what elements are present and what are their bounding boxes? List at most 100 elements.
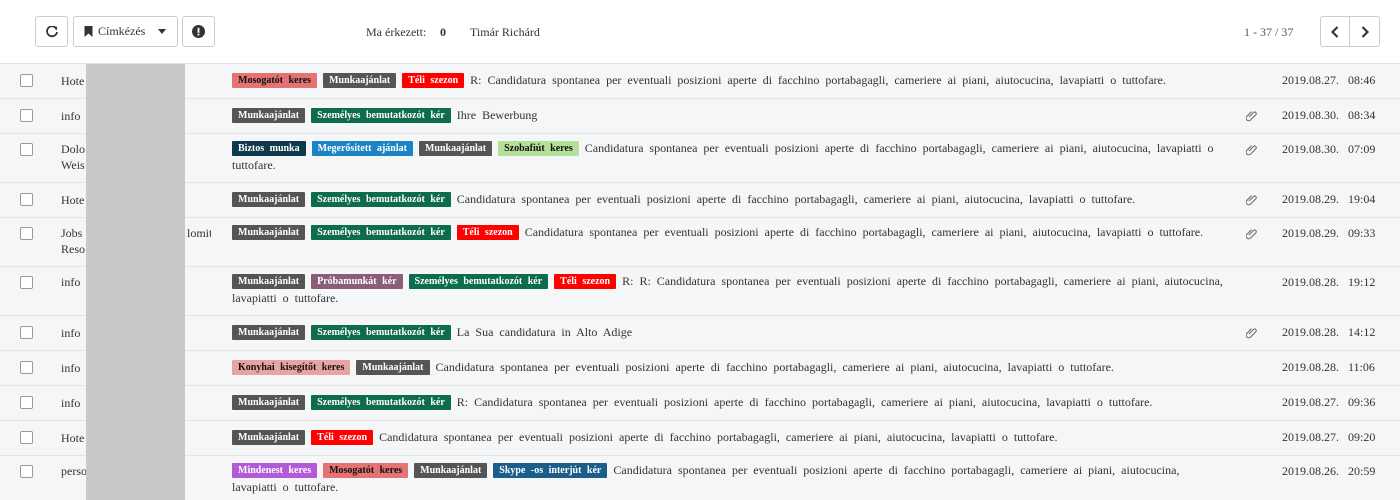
label-tag[interactable]: Személyes bemutatkozót kér [311, 395, 451, 410]
label-tag[interactable]: Munkaajánlat [414, 463, 488, 478]
message-content[interactable]: Munkaajánlat Próbamunkát kér Személyes b… [232, 273, 1227, 307]
today-received-count: 0 [440, 25, 446, 39]
label-tag[interactable]: Téli szezon [311, 430, 374, 445]
message-row[interactable]: perso Mindenest keres Mosogatót keres Mun… [0, 456, 1400, 500]
message-row[interactable]: Jobs lomit Reso Munkaajánlat Személyes bemu… [0, 218, 1400, 267]
attachment-icon [1246, 328, 1257, 339]
label-tag[interactable]: Mosogatót keres [323, 463, 409, 478]
message-row[interactable]: Hote Munkaajánlat Személyes bemutatkozót … [0, 183, 1400, 218]
label-tag[interactable]: Munkaajánlat [323, 73, 397, 88]
message-subject: Candidatura spontanea per eventuali posi… [524, 225, 1204, 239]
label-tag[interactable]: Munkaajánlat [232, 108, 306, 123]
label-tag[interactable]: Konyhai kisegítőt keres [232, 360, 351, 375]
label-tag[interactable]: Téli szezon [456, 225, 519, 240]
message-content[interactable]: Munkaajánlat Téli szezon Candidatura spo… [232, 429, 1227, 446]
message-row[interactable]: info Munkaajánlat Személyes bemutatkozót … [0, 99, 1400, 134]
message-subject: Candidatura spontanea per eventuali posi… [456, 192, 1136, 206]
refresh-button[interactable] [35, 16, 68, 47]
message-content[interactable]: Munkaajánlat Személyes bemutatkozót kér … [232, 107, 1227, 124]
message-content[interactable]: Biztos munka Megerősített ajánlat Munkaa… [232, 140, 1227, 174]
message-row[interactable]: info Munkaajánlat Személyes bemutatkozót … [0, 316, 1400, 351]
message-subject: Ihre Bewerbung [456, 108, 538, 122]
row-checkbox[interactable] [20, 74, 33, 87]
message-date: 2019.08.28. 19:12 [1282, 275, 1376, 289]
chevron-left-icon [1331, 25, 1339, 38]
message-date: 2019.08.27. 08:46 [1282, 73, 1376, 87]
row-checkbox[interactable] [20, 276, 33, 289]
label-tag[interactable]: Skype -os interjút kér [493, 463, 608, 478]
row-checkbox[interactable] [20, 431, 33, 444]
message-date: 2019.08.27. 09:20 [1282, 430, 1376, 444]
label-tag[interactable]: Személyes bemutatkozót kér [311, 225, 451, 240]
message-date: 2019.08.27. 09:36 [1282, 395, 1376, 409]
refresh-icon [45, 25, 58, 37]
label-tag[interactable]: Munkaajánlat [232, 430, 306, 445]
row-checkbox[interactable] [20, 227, 33, 240]
label-tag[interactable]: Biztos munka [232, 141, 306, 156]
message-date: 2019.08.26. 20:59 [1282, 464, 1376, 478]
message-content[interactable]: Mosogatót keres Munkaajánlat Téli szezon… [232, 72, 1227, 89]
message-content[interactable]: Munkaajánlat Személyes bemutatkozót kér … [232, 191, 1227, 208]
label-tag[interactable]: Téli szezon [554, 274, 617, 289]
label-tag[interactable]: Megerősített ajánlat [311, 141, 413, 156]
message-date: 2019.08.30. 08:34 [1282, 108, 1376, 122]
message-date: 2019.08.29. 09:33 [1282, 226, 1376, 240]
row-checkbox[interactable] [20, 361, 33, 374]
label-tag[interactable]: Munkaajánlat [356, 360, 430, 375]
attachment-icon [1246, 111, 1257, 122]
label-tag[interactable]: Személyes bemutatkozót kér [408, 274, 549, 289]
row-checkbox[interactable] [20, 193, 33, 206]
attachment-icon [1246, 145, 1257, 156]
message-row[interactable]: Hote Mosogatót keres Munkaajánlat Téli sz… [0, 64, 1400, 99]
bookmark-icon [84, 26, 93, 37]
label-button-text: Címkézés [98, 24, 146, 38]
message-date: 2019.08.30. 07:09 [1282, 142, 1376, 156]
label-tag[interactable]: Munkaajánlat [418, 141, 493, 156]
toolbar: Címkézés Ma érkezett: 0 Timár Richárd 1 … [0, 0, 1400, 64]
attachment-icon [1246, 195, 1257, 206]
message-row[interactable]: info Munkaajánlat Személyes bemutatkozót … [0, 386, 1400, 421]
row-checkbox[interactable] [20, 143, 33, 156]
label-tag[interactable]: Mindenest keres [232, 463, 318, 478]
label-tag[interactable]: Mosogatót keres [232, 73, 318, 88]
attachment-icon [1246, 229, 1257, 240]
message-row[interactable]: Hote Munkaajánlat Téli szezon Candidatura… [0, 421, 1400, 456]
sender-suffix: lomit [187, 226, 211, 240]
message-row[interactable]: Dolo Weis Biztos munka Megerősített ajánla… [0, 134, 1400, 183]
label-dropdown-button[interactable]: Címkézés [73, 16, 178, 47]
label-tag[interactable]: Személyes bemutatkozót kér [311, 325, 451, 340]
label-tag[interactable]: Munkaajánlat [232, 192, 306, 207]
label-tag[interactable]: Téli szezon [402, 73, 465, 88]
label-tag[interactable]: Munkaajánlat [232, 325, 306, 340]
label-tag[interactable]: Személyes bemutatkozót kér [311, 108, 451, 123]
message-content[interactable]: Munkaajánlat Személyes bemutatkozót kér … [232, 224, 1227, 241]
chevron-right-icon [1361, 25, 1369, 38]
label-tag[interactable]: Munkaajánlat [232, 225, 306, 240]
row-checkbox[interactable] [20, 465, 33, 478]
row-checkbox[interactable] [20, 326, 33, 339]
label-tag[interactable]: Személyes bemutatkozót kér [311, 192, 451, 207]
message-date: 2019.08.28. 11:06 [1282, 360, 1375, 374]
message-subject: R: Candidatura spontanea per eventuali p… [470, 73, 1166, 87]
message-row[interactable]: info Munkaajánlat Próbamunkát kér Személy… [0, 267, 1400, 316]
message-content[interactable]: Mindenest keres Mosogatót keres Munkaajá… [232, 462, 1227, 496]
message-content[interactable]: Munkaajánlat Személyes bemutatkozót kér … [232, 324, 1227, 341]
message-content[interactable]: Munkaajánlat Személyes bemutatkozót kér … [232, 394, 1227, 411]
label-tag[interactable]: Munkaajánlat [232, 395, 306, 410]
message-row[interactable]: info Konyhai kisegítőt keres Munkaajánlat… [0, 351, 1400, 386]
exclamation-circle-icon [192, 25, 205, 38]
info-button[interactable] [182, 16, 215, 47]
today-received-label: Ma érkezett: [366, 25, 427, 39]
label-tag[interactable]: Próbamunkát kér [311, 274, 403, 289]
message-date: 2019.08.28. 14:12 [1282, 325, 1376, 339]
pagination-info: 1 - 37 / 37 [1244, 25, 1294, 39]
message-list: Hote Mosogatót keres Munkaajánlat Téli sz… [0, 64, 1400, 500]
message-date: 2019.08.29. 19:04 [1282, 192, 1376, 206]
label-tag[interactable]: Munkaajánlat [232, 274, 306, 289]
next-page-button[interactable] [1349, 16, 1380, 47]
row-checkbox[interactable] [20, 396, 33, 409]
message-content[interactable]: Konyhai kisegítőt keres Munkaajánlat Can… [232, 359, 1227, 376]
row-checkbox[interactable] [20, 109, 33, 122]
previous-page-button[interactable] [1320, 16, 1350, 47]
label-tag[interactable]: Szobafiút keres [498, 141, 579, 156]
